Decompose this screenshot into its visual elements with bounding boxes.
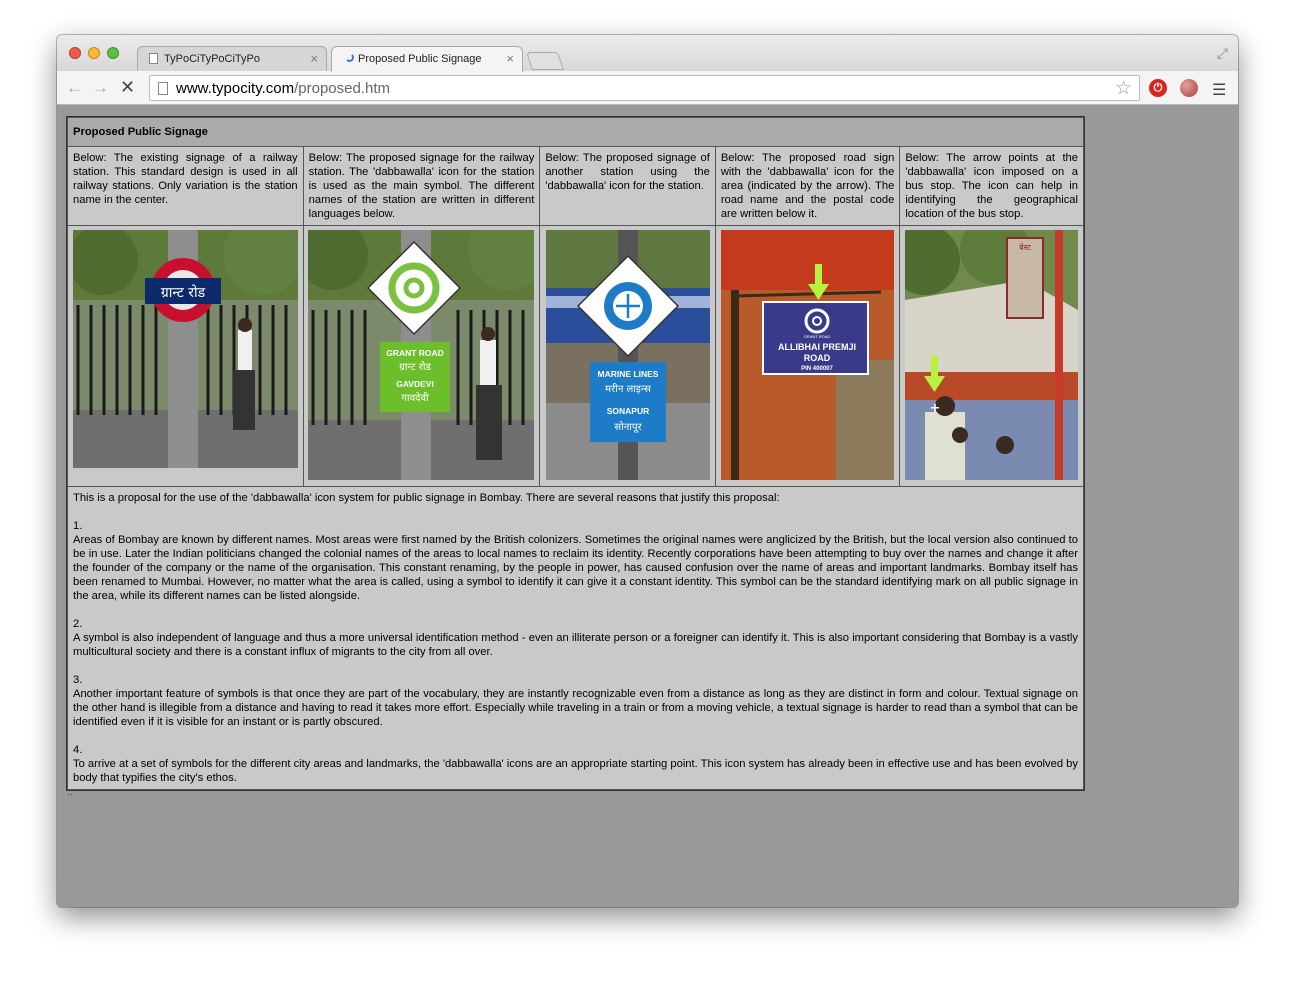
window-zoom-button[interactable] — [107, 47, 119, 59]
point-4: 4. To arrive at a set of symbols for the … — [73, 743, 1078, 785]
photo-cell-existing: ग्रान्ट रोड — [67, 225, 304, 487]
page-title: Proposed Public Signage — [67, 117, 1084, 147]
point-text: To arrive at a set of symbols for the di… — [73, 758, 1078, 784]
tab-close-icon[interactable]: × — [310, 51, 318, 66]
photo-bus-stop: बेस्ट + — [905, 230, 1079, 480]
sign-line-1: GRANT ROAD — [387, 348, 445, 358]
star-icon[interactable]: ☆ — [1115, 77, 1132, 100]
title-bar: TyPoCiTyPoCiTyPo × Proposed Public Signa… — [57, 35, 1238, 72]
extension-icon[interactable] — [1180, 79, 1198, 97]
intro-paragraph: This is a proposal for the use of the 'd… — [73, 492, 780, 504]
sign-line-3: SONAPUR — [606, 406, 649, 416]
road-sign-line-1: ALLIBHAI PREMJI — [778, 342, 856, 352]
point-text: Another important feature of symbols is … — [73, 688, 1078, 728]
photo-existing-signage: ग्रान्ट रोड — [72, 230, 298, 468]
fullscreen-icon[interactable]: ⤢ — [1217, 45, 1228, 62]
caption-bus-stop: Below: The arrow points at the 'dabbawal… — [899, 146, 1084, 226]
point-number: 4. — [73, 744, 83, 756]
window-close-button[interactable] — [69, 47, 81, 59]
back-icon[interactable]: ← — [66, 78, 83, 98]
road-sign-pin: PIN 400007 — [801, 366, 833, 372]
sign-line-4: सोनापूर — [614, 421, 642, 433]
browser-toolbar: ← → ✕ www.typocity.com/proposed.htm ☆ ⏻ … — [57, 71, 1238, 105]
url-domain: www.typocity.com — [176, 80, 295, 97]
bus-board-text: बेस्ट — [1019, 242, 1032, 252]
point-1: 1. Areas of Bombay are known by different… — [73, 519, 1078, 603]
caption-road-sign: Below: The proposed road sign with the '… — [714, 146, 901, 226]
sign-line-2: मरीन लाइन्स — [605, 383, 651, 395]
point-text: Areas of Bombay are known by different n… — [73, 534, 1078, 602]
point-number: 2. — [73, 618, 83, 630]
browser-window: TyPoCiTyPoCiTyPo × Proposed Public Signa… — [57, 35, 1238, 907]
page-viewport: Proposed Public Signage Below: The exist… — [57, 105, 1238, 907]
url-path: /proposed.htm — [294, 80, 390, 97]
forward-icon[interactable]: → — [92, 78, 109, 98]
sign-line-1: MARINE LINES — [597, 369, 658, 379]
svg-text:+: + — [930, 401, 941, 416]
point-number: 3. — [73, 674, 83, 686]
point-text: A symbol is also independent of language… — [73, 632, 1078, 658]
photo-proposed-station-signage: GRANT ROAD ग्रान्ट रोड GAVDEVI गावदेवी — [308, 230, 535, 480]
loading-spinner-icon — [345, 53, 354, 62]
stop-icon[interactable]: ✕ — [120, 77, 135, 98]
sign-line-3: GAVDEVI — [397, 379, 435, 389]
photo-cell-bus-stop: बेस्ट + — [899, 225, 1084, 487]
url-text[interactable]: www.typocity.com/proposed.htm — [176, 80, 390, 97]
adblock-icon[interactable]: ⏻ — [1149, 79, 1167, 97]
existing-sign-text: ग्रान्ट रोड — [161, 284, 206, 301]
tab-typocity[interactable]: TyPoCiTyPoCiTyPo × — [137, 46, 327, 71]
menu-icon[interactable]: ☰ — [1212, 80, 1226, 100]
proposal-text: This is a proposal for the use of the 'd… — [67, 486, 1084, 790]
sign-line-2: ग्रान्ट रोड — [400, 361, 432, 373]
new-tab-button[interactable] — [526, 52, 564, 70]
photo-cell-proposed: GRANT ROAD ग्रान्ट रोड GAVDEVI गावदेवी — [302, 225, 541, 487]
road-sign-line-2: ROAD — [804, 353, 831, 363]
caption-existing-signage: Below: The existing signage of a railway… — [67, 146, 304, 226]
caption-another-station: Below: The proposed signage of another s… — [539, 146, 716, 226]
photo-cell-road-sign: GRANT ROAD ALLIBHAI PREMJI ROAD PIN 4000… — [714, 225, 901, 487]
sign-line-4: गावदेवी — [402, 392, 430, 404]
point-number: 1. — [73, 520, 83, 532]
caption-proposed-station: Below: The proposed signage for the rail… — [302, 146, 541, 226]
tab-label: TyPoCiTyPoCiTyPo — [164, 53, 260, 65]
tab-proposed-public-signage[interactable]: Proposed Public Signage × — [331, 46, 523, 72]
road-sign-small: GRANT ROAD — [804, 334, 831, 339]
point-3: 3. Another important feature of symbols i… — [73, 673, 1078, 729]
photo-cell-another: MARINE LINES मरीन लाइन्स SONAPUR सोनापूर — [539, 225, 716, 487]
tab-close-icon[interactable]: × — [506, 51, 514, 66]
address-bar[interactable]: www.typocity.com/proposed.htm ☆ — [149, 75, 1140, 101]
trailing-dots: .. — [67, 787, 73, 798]
photo-road-sign: GRANT ROAD ALLIBHAI PREMJI ROAD PIN 4000… — [721, 230, 895, 480]
window-minimize-button[interactable] — [88, 47, 100, 59]
point-2: 2. A symbol is also independent of langua… — [73, 617, 1078, 659]
photo-another-station-signage: MARINE LINES मरीन लाइन्स SONAPUR सोनापूर — [545, 230, 710, 480]
page-icon — [149, 53, 158, 64]
page-icon — [158, 82, 168, 95]
tab-label: Proposed Public Signage — [358, 53, 482, 65]
signage-panel: Proposed Public Signage Below: The exist… — [66, 116, 1085, 791]
